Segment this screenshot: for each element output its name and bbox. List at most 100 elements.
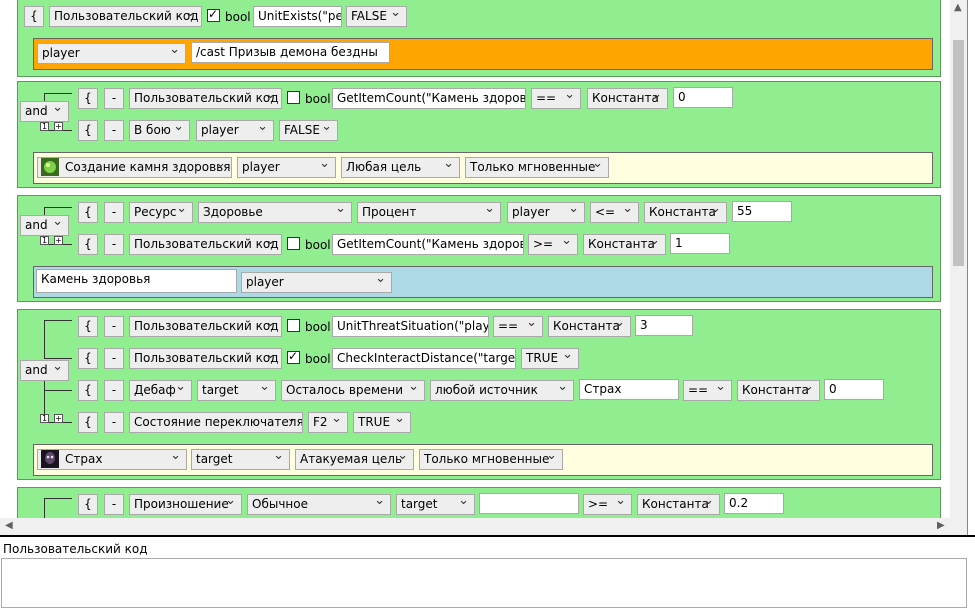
code-editor[interactable] — [1, 558, 967, 608]
cast-mode-select[interactable]: Только мгновенные — [465, 157, 609, 178]
bracket-button[interactable]: { — [78, 88, 98, 109]
compare-kind-select[interactable]: Константа — [644, 202, 727, 223]
bracket-button[interactable]: { — [78, 202, 98, 223]
bool-checkbox[interactable] — [287, 237, 300, 250]
condition-type-select[interactable]: Дебаф — [129, 380, 192, 401]
target-select[interactable]: Атакуемая цель — [295, 449, 414, 470]
condition-type-select[interactable]: Состояние переключателя — [129, 412, 303, 433]
minus-button[interactable]: - — [104, 316, 124, 337]
unit-select[interactable]: player — [507, 202, 585, 223]
bracket-button[interactable]: { — [78, 380, 98, 401]
operator-select[interactable]: >= — [528, 234, 578, 255]
mode-select[interactable]: Осталось времени — [281, 380, 425, 401]
compare-value-input[interactable]: 3 — [635, 315, 693, 336]
value-select[interactable]: TRUE — [353, 412, 411, 433]
command-input[interactable]: /cast Призыв демона бездны — [191, 42, 390, 63]
mode-select[interactable]: Процент — [357, 202, 501, 223]
compare-kind-select[interactable]: Константа — [587, 88, 668, 109]
bool-checkbox[interactable] — [287, 349, 300, 364]
unit-select[interactable]: target — [197, 380, 276, 401]
value-select[interactable]: TRUE — [521, 348, 579, 369]
condition-type-select[interactable]: Пользовательский код — [129, 316, 282, 337]
bracket-button[interactable]: { — [78, 494, 98, 515]
compare-kind-select[interactable]: Константа — [548, 316, 631, 337]
unit-select[interactable]: target — [191, 449, 290, 470]
unit-select[interactable]: target — [396, 494, 475, 515]
tree-expand-icon[interactable]: + — [54, 236, 63, 245]
tree-expand-icon[interactable]: + — [54, 414, 63, 423]
code-input[interactable]: GetItemCount("Камень здоровья") — [332, 88, 526, 109]
scroll-thumb[interactable] — [953, 40, 964, 266]
bracket-button[interactable]: { — [78, 348, 98, 369]
code-input[interactable]: CheckInteractDistance("target", 3) — [332, 348, 516, 369]
spell-select[interactable]: Создание камня здоровья — [37, 157, 232, 178]
item-input[interactable]: Камень здоровья — [36, 269, 237, 293]
spell-name-input[interactable]: Страх — [579, 379, 679, 400]
operator-select[interactable]: == — [493, 316, 543, 337]
target-select[interactable]: Любая цель — [341, 157, 460, 178]
key-select[interactable]: F2 — [308, 412, 348, 433]
tree-collapse-icon[interactable]: 1 — [40, 236, 49, 245]
bool-checkbox[interactable] — [287, 319, 300, 332]
mode-select[interactable]: Обычное — [247, 494, 391, 515]
bracket-button[interactable]: { — [78, 316, 98, 337]
compare-value-input[interactable]: 0 — [824, 379, 884, 400]
code-input[interactable]: UnitThreatSituation("player") — [332, 316, 489, 337]
spell-select[interactable]: Страх — [37, 449, 187, 470]
compare-value-input[interactable]: 1 — [670, 233, 730, 254]
value-select[interactable]: FALSE — [346, 6, 407, 27]
condition-type-select[interactable]: Ресурс — [129, 202, 193, 223]
unit-select[interactable]: player — [196, 120, 274, 141]
compare-value-input[interactable]: 0.2 — [724, 493, 784, 514]
compare-kind-select[interactable]: Константа — [737, 380, 820, 401]
minus-button[interactable]: - — [104, 120, 124, 141]
unit-select[interactable]: player — [237, 157, 336, 178]
scroll-left-icon[interactable]: ◀ — [5, 520, 13, 531]
resource-select[interactable]: Здоровье — [198, 202, 352, 223]
condition-type-select[interactable]: Пользовательский код — [129, 348, 282, 369]
tree-collapse-icon[interactable]: 1 — [40, 122, 49, 131]
code-input[interactable]: GetItemCount("Камень здоровья") — [332, 234, 524, 255]
operator-select[interactable]: == — [683, 380, 732, 401]
scroll-up-icon[interactable]: ▲ — [954, 2, 962, 13]
operator-select[interactable]: == — [531, 88, 581, 109]
bracket-button[interactable]: { — [78, 120, 98, 141]
compare-kind-select[interactable]: Константа — [637, 494, 720, 515]
compare-value-input[interactable]: 0 — [673, 87, 733, 108]
minus-button[interactable]: - — [104, 88, 124, 109]
operator-select[interactable]: >= — [583, 494, 632, 515]
minus-button[interactable]: - — [104, 202, 124, 223]
text-input[interactable] — [479, 493, 579, 514]
value-select[interactable]: FALSE — [279, 120, 338, 141]
operator-select[interactable]: <= — [590, 202, 639, 223]
tree-collapse-icon[interactable]: 1 — [40, 414, 49, 423]
source-select[interactable]: любой источник — [430, 380, 574, 401]
condition-type-select[interactable]: Произношение — [129, 494, 242, 515]
bracket-button[interactable]: { — [78, 234, 98, 255]
minus-button[interactable]: - — [104, 412, 124, 433]
bracket-button[interactable]: { — [78, 412, 98, 433]
tree-expand-icon[interactable]: + — [54, 122, 63, 131]
condition-type-select[interactable]: Пользовательский код — [49, 6, 202, 27]
bool-checkbox[interactable] — [287, 91, 300, 104]
splitter[interactable] — [0, 535, 975, 537]
minus-button[interactable]: - — [104, 234, 124, 255]
condition-type-select[interactable]: Пользовательский код — [129, 234, 282, 255]
vertical-scrollbar[interactable]: ▲ — [950, 0, 967, 518]
unit-select[interactable]: player — [241, 272, 392, 293]
condition-type-select[interactable]: Пользовательский код — [129, 88, 282, 109]
logic-select[interactable]: and — [20, 101, 69, 122]
cast-mode-select[interactable]: Только мгновенные — [419, 449, 563, 470]
horizontal-scrollbar[interactable]: ◀ ▶ — [0, 518, 950, 535]
logic-select[interactable]: and — [20, 360, 69, 381]
compare-value-input[interactable]: 55 — [732, 201, 792, 222]
minus-button[interactable]: - — [104, 348, 124, 369]
compare-kind-select[interactable]: Константа — [583, 234, 666, 255]
minus-button[interactable]: - — [104, 380, 124, 401]
condition-type-select[interactable]: В бою — [129, 120, 190, 141]
minus-button[interactable]: - — [104, 494, 124, 515]
code-input[interactable]: UnitExists("pet") — [253, 6, 342, 27]
scroll-right-icon[interactable]: ▶ — [937, 520, 945, 531]
bracket-button[interactable]: { — [24, 6, 44, 27]
logic-select[interactable]: and — [20, 215, 69, 236]
